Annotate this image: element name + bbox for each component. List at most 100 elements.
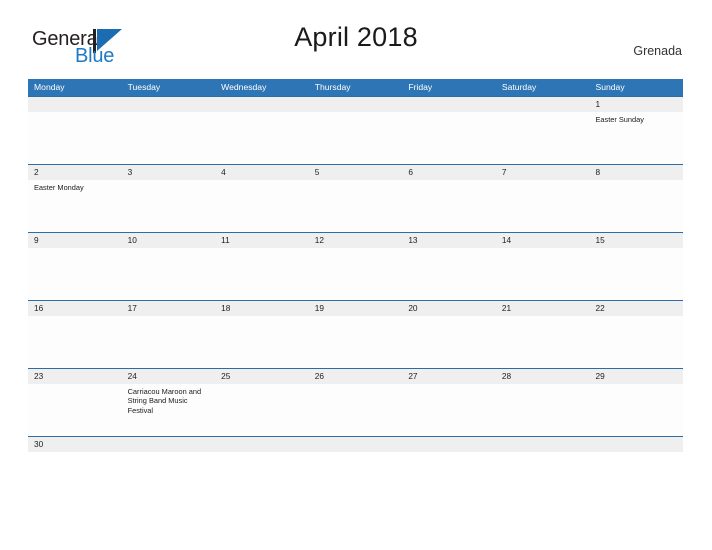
week-event-band xyxy=(28,316,683,368)
day-number[interactable] xyxy=(402,437,496,452)
day-event[interactable] xyxy=(589,180,683,232)
day-number[interactable]: 7 xyxy=(496,165,590,180)
day-event[interactable] xyxy=(496,384,590,436)
day-event[interactable] xyxy=(215,248,309,300)
day-event[interactable] xyxy=(589,384,683,436)
day-number[interactable]: 17 xyxy=(122,301,216,316)
week-event-band: Carriacou Maroon and String Band Music F… xyxy=(28,384,683,436)
week-number-band: 23 24 25 26 27 28 29 xyxy=(28,369,683,384)
day-number[interactable]: 13 xyxy=(402,233,496,248)
day-event[interactable] xyxy=(402,112,496,164)
day-event[interactable] xyxy=(402,180,496,232)
day-number[interactable]: 9 xyxy=(28,233,122,248)
calendar-page: General Blue April 2018 Grenada Monday T… xyxy=(0,0,712,550)
day-number[interactable]: 14 xyxy=(496,233,590,248)
weekday-monday: Monday xyxy=(34,82,65,92)
week-row: 2 3 4 5 6 7 8 Easter Monday xyxy=(28,164,683,232)
day-event[interactable] xyxy=(215,384,309,436)
day-number[interactable]: 1 xyxy=(589,97,683,112)
day-number[interactable]: 19 xyxy=(309,301,403,316)
day-event[interactable] xyxy=(402,248,496,300)
day-number[interactable] xyxy=(122,437,216,452)
week-row: 23 24 25 26 27 28 29 Carriacou Maroon an… xyxy=(28,368,683,436)
day-number[interactable]: 30 xyxy=(28,437,122,452)
day-number[interactable]: 6 xyxy=(402,165,496,180)
day-event[interactable] xyxy=(215,316,309,368)
page-header: General Blue April 2018 Grenada xyxy=(0,0,712,74)
day-number[interactable]: 15 xyxy=(589,233,683,248)
day-event[interactable] xyxy=(496,248,590,300)
day-event[interactable] xyxy=(215,180,309,232)
day-event[interactable] xyxy=(496,316,590,368)
week-number-band: 30 xyxy=(28,437,683,452)
day-number[interactable]: 4 xyxy=(215,165,309,180)
week-row: 16 17 18 19 20 21 22 xyxy=(28,300,683,368)
day-number[interactable] xyxy=(215,437,309,452)
day-event[interactable] xyxy=(309,180,403,232)
day-event[interactable] xyxy=(122,248,216,300)
day-number[interactable] xyxy=(309,437,403,452)
day-number[interactable] xyxy=(28,97,122,112)
weekday-saturday: Saturday xyxy=(501,82,537,92)
weekday-sunday: Sunday xyxy=(595,82,625,92)
day-event[interactable] xyxy=(28,384,122,436)
day-event[interactable] xyxy=(309,248,403,300)
day-event[interactable] xyxy=(402,316,496,368)
weekday-wednesday: Wednesday xyxy=(221,82,267,92)
week-event-band xyxy=(28,248,683,300)
day-number[interactable]: 27 xyxy=(402,369,496,384)
day-event[interactable] xyxy=(122,112,216,164)
day-event[interactable] xyxy=(28,112,122,164)
day-event[interactable] xyxy=(122,316,216,368)
day-number[interactable] xyxy=(496,437,590,452)
day-event[interactable]: Easter Monday xyxy=(28,180,122,232)
day-number[interactable] xyxy=(589,437,683,452)
day-event[interactable] xyxy=(589,316,683,368)
day-number[interactable] xyxy=(309,97,403,112)
day-number[interactable] xyxy=(215,97,309,112)
day-event[interactable] xyxy=(309,384,403,436)
day-number[interactable] xyxy=(402,97,496,112)
day-event[interactable] xyxy=(309,112,403,164)
day-number[interactable]: 22 xyxy=(589,301,683,316)
day-number[interactable]: 5 xyxy=(309,165,403,180)
day-number[interactable]: 10 xyxy=(122,233,216,248)
week-number-band: 2 3 4 5 6 7 8 xyxy=(28,165,683,180)
day-number[interactable]: 20 xyxy=(402,301,496,316)
day-number[interactable]: 11 xyxy=(215,233,309,248)
week-number-band: 16 17 18 19 20 21 22 xyxy=(28,301,683,316)
day-event[interactable]: Carriacou Maroon and String Band Music F… xyxy=(122,384,216,436)
day-number[interactable]: 8 xyxy=(589,165,683,180)
day-event[interactable] xyxy=(496,112,590,164)
weekday-tuesday: Tuesday xyxy=(127,82,161,92)
day-number[interactable] xyxy=(496,97,590,112)
day-number[interactable]: 29 xyxy=(589,369,683,384)
day-number[interactable]: 24 xyxy=(122,369,216,384)
day-number[interactable]: 18 xyxy=(215,301,309,316)
day-event[interactable] xyxy=(496,180,590,232)
day-event[interactable]: Easter Sunday xyxy=(589,112,683,164)
day-event[interactable] xyxy=(402,384,496,436)
day-number[interactable] xyxy=(122,97,216,112)
day-number[interactable]: 21 xyxy=(496,301,590,316)
day-number[interactable]: 23 xyxy=(28,369,122,384)
day-number[interactable]: 25 xyxy=(215,369,309,384)
day-number[interactable]: 12 xyxy=(309,233,403,248)
weekday-thursday: Thursday xyxy=(314,82,351,92)
day-number[interactable]: 26 xyxy=(309,369,403,384)
day-number[interactable]: 3 xyxy=(122,165,216,180)
day-event[interactable] xyxy=(215,112,309,164)
day-number[interactable]: 16 xyxy=(28,301,122,316)
weekday-header-row: Monday Tuesday Wednesday Thursday Friday… xyxy=(28,79,683,96)
calendar-location: Grenada xyxy=(633,44,682,58)
day-event[interactable] xyxy=(589,248,683,300)
day-event[interactable] xyxy=(28,248,122,300)
day-event[interactable] xyxy=(122,180,216,232)
day-number[interactable]: 28 xyxy=(496,369,590,384)
week-number-band: 9 10 11 12 13 14 15 xyxy=(28,233,683,248)
day-number[interactable]: 2 xyxy=(28,165,122,180)
day-event[interactable] xyxy=(309,316,403,368)
week-row: 30 xyxy=(28,436,683,452)
page-title: April 2018 xyxy=(294,22,418,52)
day-event[interactable] xyxy=(28,316,122,368)
